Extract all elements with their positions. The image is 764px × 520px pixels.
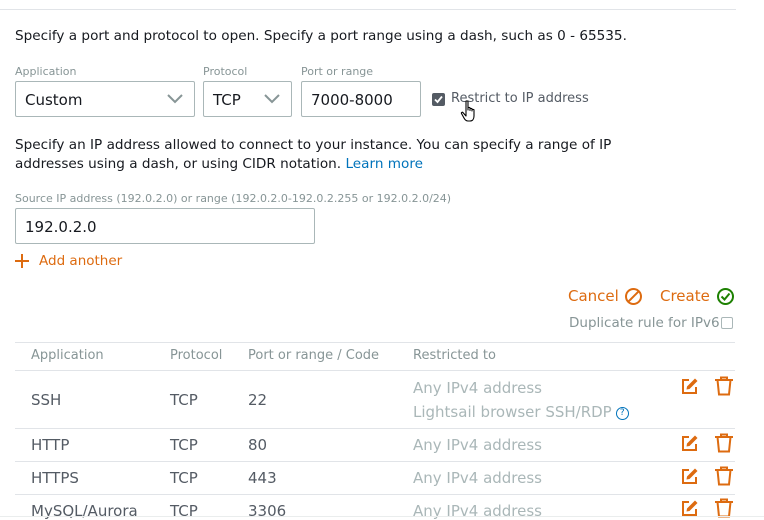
edit-icon[interactable] bbox=[680, 434, 699, 453]
protocol-select[interactable]: TCP bbox=[203, 81, 292, 117]
application-select[interactable]: Custom bbox=[15, 81, 195, 117]
plus-icon bbox=[15, 254, 29, 268]
cell-port: 3306 bbox=[248, 502, 287, 520]
column-header-port: Port or range / Code bbox=[248, 348, 380, 363]
ip-description: Specify an IP address allowed to connect… bbox=[15, 136, 615, 174]
checkmark-icon bbox=[434, 95, 443, 104]
section-divider bbox=[0, 9, 736, 10]
help-icon[interactable]: ? bbox=[615, 407, 629, 420]
cell-port: 80 bbox=[248, 436, 268, 454]
table-header-divider bbox=[15, 370, 735, 371]
cell-application: SSH bbox=[31, 391, 62, 409]
row-divider bbox=[15, 461, 735, 462]
port-label: Port or range bbox=[301, 65, 374, 78]
hand-cursor-icon bbox=[460, 100, 475, 122]
row-divider bbox=[15, 494, 735, 495]
cell-application: MySQL/Aurora bbox=[31, 502, 138, 520]
trash-icon[interactable] bbox=[714, 433, 734, 453]
table-top-divider bbox=[15, 342, 735, 343]
cell-protocol: TCP bbox=[170, 502, 198, 520]
trash-icon[interactable] bbox=[714, 498, 734, 518]
cell-protocol: TCP bbox=[170, 436, 198, 454]
protocol-label: Protocol bbox=[203, 65, 248, 78]
protocol-value: TCP bbox=[213, 91, 241, 109]
trash-icon[interactable] bbox=[714, 466, 734, 486]
cell-protocol: TCP bbox=[170, 469, 198, 487]
check-circle-icon bbox=[717, 288, 734, 305]
port-instructions: Specify a port and protocol to open. Spe… bbox=[15, 28, 627, 44]
application-label: Application bbox=[15, 65, 77, 78]
learn-more-link[interactable]: Learn more bbox=[345, 156, 423, 172]
chevron-down-icon bbox=[167, 94, 183, 104]
trash-icon[interactable] bbox=[714, 376, 734, 396]
create-label: Create bbox=[660, 287, 710, 305]
cancel-icon bbox=[625, 288, 642, 305]
column-header-restricted: Restricted to bbox=[413, 348, 496, 363]
source-ip-input[interactable]: 192.0.2.0 bbox=[15, 208, 315, 244]
cell-restricted-extra: Lightsail browser SSH/RDP bbox=[413, 403, 612, 421]
cell-restricted: Any IPv4 address bbox=[413, 379, 543, 397]
port-range-input[interactable]: 7000-8000 bbox=[301, 81, 421, 117]
source-ip-label: Source IP address (192.0.2.0) or range (… bbox=[15, 192, 452, 205]
cancel-label: Cancel bbox=[568, 287, 619, 305]
ip-description-line2: addresses using a dash, or using CIDR no… bbox=[15, 156, 342, 172]
duplicate-ipv6-label: Duplicate rule for IPv6 bbox=[569, 315, 720, 331]
restrict-ip-checkbox[interactable] bbox=[432, 93, 445, 106]
cell-port: 443 bbox=[248, 469, 277, 487]
duplicate-ipv6-checkbox[interactable] bbox=[721, 317, 733, 329]
cell-port: 22 bbox=[248, 391, 268, 409]
add-another-label: Add another bbox=[39, 253, 123, 269]
chevron-down-icon bbox=[264, 94, 280, 104]
edit-icon[interactable] bbox=[680, 377, 699, 396]
cell-application: HTTP bbox=[31, 436, 70, 454]
ip-description-line1: Specify an IP address allowed to connect… bbox=[15, 137, 612, 153]
column-header-application: Application bbox=[31, 348, 104, 363]
cell-restricted: Any IPv4 address bbox=[413, 502, 543, 520]
cell-application: HTTPS bbox=[31, 469, 79, 487]
source-ip-value: 192.0.2.0 bbox=[25, 218, 97, 236]
edit-icon[interactable] bbox=[680, 467, 699, 486]
cancel-button[interactable]: Cancel bbox=[568, 287, 646, 305]
row-divider bbox=[15, 428, 735, 429]
port-range-value: 7000-8000 bbox=[311, 91, 393, 109]
cell-protocol: TCP bbox=[170, 391, 198, 409]
cell-restricted: Any IPv4 address bbox=[413, 436, 543, 454]
viewport-bottom-edge bbox=[0, 516, 764, 517]
cell-restricted: Any IPv4 address bbox=[413, 469, 543, 487]
application-value: Custom bbox=[25, 91, 83, 109]
create-button[interactable]: Create bbox=[660, 287, 736, 305]
column-header-protocol: Protocol bbox=[170, 348, 223, 363]
